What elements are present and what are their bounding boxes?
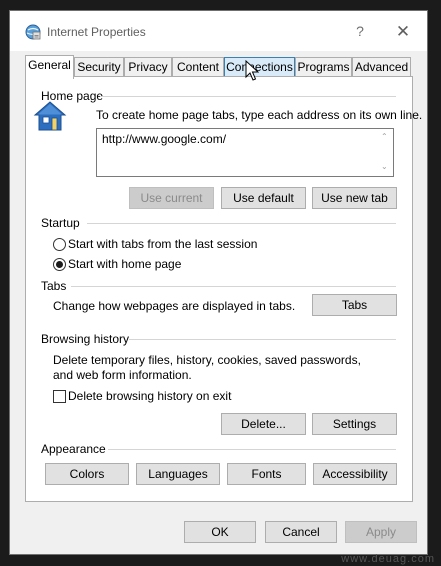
help-button[interactable]: ? bbox=[350, 23, 370, 41]
tab-connections[interactable]: Connections bbox=[224, 57, 295, 77]
mouse-pointer-icon bbox=[245, 60, 259, 81]
ok-button[interactable]: OK bbox=[184, 521, 256, 543]
accessibility-button[interactable]: Accessibility bbox=[313, 463, 397, 485]
start-last-session-label[interactable]: Start with tabs from the last session bbox=[68, 237, 257, 251]
scroll-down-icon[interactable]: ⌄ bbox=[381, 162, 388, 171]
start-home-page-label[interactable]: Start with home page bbox=[68, 257, 181, 271]
tab-advanced[interactable]: Advanced bbox=[352, 57, 411, 77]
delete-button[interactable]: Delete... bbox=[221, 413, 306, 435]
watermark: www.deuag.com bbox=[341, 553, 435, 565]
url-scrollbar[interactable]: ⌃ ⌄ bbox=[377, 129, 393, 176]
tabs-divider bbox=[71, 286, 396, 287]
delete-history-on-exit-checkbox[interactable] bbox=[53, 390, 66, 403]
apply-button[interactable]: Apply bbox=[345, 521, 417, 543]
home-page-description: To create home page tabs, type each addr… bbox=[96, 108, 423, 122]
tab-privacy[interactable]: Privacy bbox=[124, 57, 172, 77]
scroll-up-icon[interactable]: ⌃ bbox=[381, 132, 388, 141]
browsing-history-divider bbox=[129, 339, 396, 340]
browsing-history-description: Delete temporary files, history, cookies… bbox=[53, 353, 361, 382]
tab-programs[interactable]: Programs bbox=[295, 57, 352, 77]
start-last-session-radio[interactable] bbox=[53, 238, 66, 251]
startup-divider bbox=[87, 223, 396, 224]
tabs-description: Change how webpages are displayed in tab… bbox=[53, 299, 296, 313]
tab-general[interactable]: General bbox=[25, 55, 74, 79]
cancel-button[interactable]: Cancel bbox=[265, 521, 337, 543]
close-button[interactable]: ✕ bbox=[393, 22, 413, 42]
home-page-url-value: http://www.google.com/ bbox=[102, 132, 227, 146]
tab-security[interactable]: Security bbox=[74, 57, 124, 77]
home-page-icon bbox=[33, 101, 67, 131]
window-title: Internet Properties bbox=[47, 25, 146, 39]
use-new-tab-button[interactable]: Use new tab bbox=[312, 187, 397, 209]
tabs-heading: Tabs bbox=[41, 279, 67, 293]
appearance-heading: Appearance bbox=[41, 442, 106, 456]
colors-button[interactable]: Colors bbox=[45, 463, 129, 485]
languages-button[interactable]: Languages bbox=[136, 463, 220, 485]
radio-selected-dot bbox=[56, 261, 63, 268]
internet-options-icon bbox=[25, 24, 41, 40]
use-current-button[interactable]: Use current bbox=[129, 187, 214, 209]
use-default-button[interactable]: Use default bbox=[221, 187, 306, 209]
startup-heading: Startup bbox=[41, 216, 80, 230]
tab-content[interactable]: Content bbox=[172, 57, 224, 77]
home-page-divider bbox=[100, 96, 396, 97]
fonts-button[interactable]: Fonts bbox=[227, 463, 306, 485]
title-bar[interactable]: Internet Properties ? ✕ bbox=[10, 11, 427, 51]
settings-button[interactable]: Settings bbox=[312, 413, 397, 435]
appearance-divider bbox=[108, 449, 396, 450]
browsing-history-heading: Browsing history bbox=[41, 332, 130, 346]
home-page-url-input[interactable]: http://www.google.com/ ⌃ ⌄ bbox=[96, 128, 394, 177]
delete-history-on-exit-label[interactable]: Delete browsing history on exit bbox=[68, 389, 231, 403]
internet-properties-dialog: Internet Properties ? ✕ General Security… bbox=[9, 10, 428, 555]
tabs-button[interactable]: Tabs bbox=[312, 294, 397, 316]
start-home-page-radio[interactable] bbox=[53, 258, 66, 271]
general-tab-panel: Home page To create home page tabs, type… bbox=[25, 76, 422, 502]
